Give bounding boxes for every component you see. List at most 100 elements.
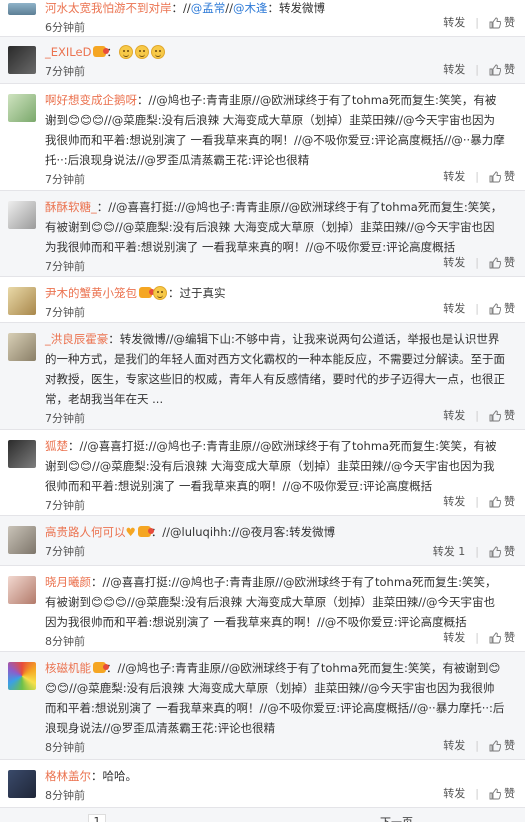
- thumbs-up-icon: [489, 740, 501, 752]
- comment-text: ：//@luluqihh://@夜月客:转发微博: [150, 525, 336, 539]
- thumbs-up-icon: [489, 303, 501, 315]
- repost-button[interactable]: 转发: [443, 736, 465, 756]
- like-label: 赞: [504, 631, 515, 644]
- list-item: 河水太宽我怕游不到对岸：//@孟常//@木逢：转发微博 6分钟前 转发 | 赞: [0, 0, 525, 37]
- like-button[interactable]: 赞: [489, 492, 515, 512]
- list-item: 核磁机能 ：//@鸠也子:青青韭原//@欧洲球终于有了tohma死而复生:笑笑，有…: [0, 652, 525, 760]
- like-button[interactable]: 赞: [489, 299, 515, 319]
- divider: |: [475, 495, 479, 508]
- like-button[interactable]: 赞: [489, 167, 515, 187]
- divider: |: [475, 787, 479, 800]
- action-bar: 转发 1 | 赞: [433, 542, 515, 562]
- like-button[interactable]: 赞: [489, 406, 515, 426]
- like-button[interactable]: 赞: [489, 253, 515, 273]
- like-button[interactable]: 赞: [489, 542, 515, 562]
- avatar[interactable]: [8, 770, 36, 798]
- avatar[interactable]: [8, 576, 36, 604]
- divider: |: [475, 631, 479, 644]
- list-item: 狐楚：//@喜喜打挺://@鸠也子:青青韭原//@欧洲球终于有了tohma死而复…: [0, 430, 525, 516]
- like-button[interactable]: 赞: [489, 60, 515, 80]
- comment-text: //: [225, 1, 233, 15]
- divider: |: [475, 409, 479, 422]
- user-name[interactable]: 高贵路人何可以: [45, 525, 126, 539]
- avatar[interactable]: [8, 333, 36, 361]
- list-item: 酥酥软糖_：//@喜喜打挺://@鸠也子:青青韭原//@欧洲球终于有了tohma…: [0, 191, 525, 277]
- like-button[interactable]: 赞: [489, 736, 515, 756]
- user-name[interactable]: 核磁机能: [45, 661, 91, 675]
- user-name[interactable]: 河水太宽我怕游不到对岸: [45, 1, 172, 15]
- smile-emoji-icon: [150, 45, 165, 59]
- like-button[interactable]: 赞: [489, 784, 515, 804]
- repost-button[interactable]: 转发: [443, 784, 465, 804]
- list-item: 啊好想变成企鹅呀：//@鸠也子:青青韭原//@欧洲球终于有了tohma死而复生:…: [0, 84, 525, 191]
- thumbs-up-icon: [489, 632, 501, 644]
- comment-text: ：//@鸠也子:青青韭原//@欧洲球终于有了tohma死而复生:笑笑，有被谢到😊…: [45, 661, 505, 735]
- avatar[interactable]: [8, 526, 36, 554]
- member-badge-icon: [93, 46, 110, 57]
- user-name[interactable]: 尹木的蟹黄小笼包: [45, 286, 137, 300]
- comment-text: ：过于真实: [168, 286, 226, 300]
- user-name[interactable]: 啊好想变成企鹅呀: [45, 93, 137, 107]
- like-label: 赞: [504, 170, 515, 183]
- avatar[interactable]: [8, 3, 36, 15]
- like-label: 赞: [504, 787, 515, 800]
- like-label: 赞: [504, 256, 515, 269]
- heart-icon: ♥: [125, 525, 136, 539]
- smile-emoji-icon: [118, 45, 133, 59]
- action-bar: 转发 | 赞: [443, 492, 515, 512]
- action-bar: 转发 | 赞: [443, 167, 515, 187]
- repost-button[interactable]: 转发: [443, 628, 465, 648]
- comment-feed: 河水太宽我怕游不到对岸：//@孟常//@木逢：转发微博 6分钟前 转发 | 赞 …: [0, 0, 525, 822]
- page-current[interactable]: 1: [88, 814, 106, 822]
- list-item: 格林盖尔：哈哈。 8分钟前 转发 | 赞: [0, 760, 525, 808]
- user-name[interactable]: 晓月曦颜: [45, 575, 91, 589]
- repost-button[interactable]: 转发: [443, 492, 465, 512]
- member-badge-icon: [93, 662, 109, 673]
- divider: |: [475, 256, 479, 269]
- comment-text: ：哈哈。: [91, 769, 137, 783]
- list-item: _EXILeD： 7分钟前 转发 | 赞: [0, 37, 525, 84]
- avatar[interactable]: [8, 287, 36, 315]
- action-bar: 转发 | 赞: [443, 13, 515, 33]
- like-button[interactable]: 赞: [489, 628, 515, 648]
- action-bar: 转发 | 赞: [443, 299, 515, 319]
- repost-button[interactable]: 转发: [443, 253, 465, 273]
- repost-button[interactable]: 转发: [443, 299, 465, 319]
- avatar[interactable]: [8, 440, 36, 468]
- action-bar: 转发 | 赞: [443, 736, 515, 756]
- like-label: 赞: [504, 409, 515, 422]
- action-bar: 转发 | 赞: [443, 60, 515, 80]
- like-label: 赞: [504, 739, 515, 752]
- repost-button[interactable]: 转发: [443, 167, 465, 187]
- like-button[interactable]: 赞: [489, 13, 515, 33]
- cat-emoji-icon: [153, 286, 167, 300]
- member-badge-icon: [139, 287, 155, 298]
- like-label: 赞: [504, 495, 515, 508]
- list-item: 尹木的蟹黄小笼包 ：过于真实 7分钟前 转发 | 赞: [0, 277, 525, 323]
- action-bar: 转发 | 赞: [443, 406, 515, 426]
- user-name[interactable]: 狐楚: [45, 439, 68, 453]
- list-item: _洪良辰霍豪：转发微博//@编辑下山:不够中肯，让我来说两句公道话，举报也是认识…: [0, 323, 525, 430]
- user-name[interactable]: _EXILeD: [45, 45, 91, 59]
- avatar[interactable]: [8, 94, 36, 122]
- repost-button[interactable]: 转发: [443, 60, 465, 80]
- repost-button[interactable]: 转发 1: [433, 542, 466, 562]
- comment-text: ：//@喜喜打挺://@鸠也子:青青韭原//@欧洲球终于有了tohma死而复生:…: [45, 200, 503, 254]
- repost-button[interactable]: 转发: [443, 13, 465, 33]
- user-name[interactable]: 格林盖尔: [45, 769, 91, 783]
- repost-button[interactable]: 转发: [443, 406, 465, 426]
- avatar[interactable]: [8, 46, 36, 74]
- divider: |: [475, 545, 479, 558]
- user-name[interactable]: 酥酥软糖_: [45, 200, 97, 214]
- mention-link[interactable]: @孟常: [191, 1, 226, 15]
- user-name[interactable]: _洪良辰霍豪: [45, 332, 108, 346]
- comment-text: ：//: [171, 1, 191, 15]
- list-item: 高贵路人何可以♥ ：//@luluqihh://@夜月客:转发微博 7分钟前 转发…: [0, 516, 525, 566]
- mention-link[interactable]: @木逢: [233, 1, 268, 15]
- next-page-link[interactable]: 下一页: [380, 814, 413, 822]
- avatar[interactable]: [8, 201, 36, 229]
- avatar[interactable]: [8, 662, 36, 690]
- pagination: 1 下一页: [0, 812, 525, 822]
- thumbs-up-icon: [489, 257, 501, 269]
- like-label: 赞: [504, 63, 515, 76]
